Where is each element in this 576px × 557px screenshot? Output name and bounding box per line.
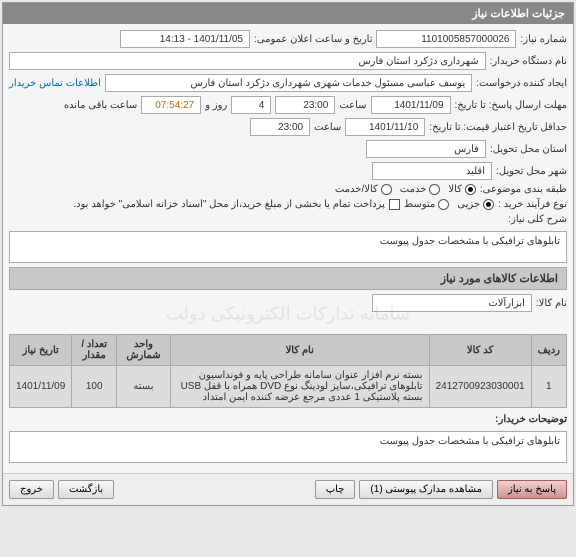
radio-medium[interactable]: متوسط (404, 199, 449, 210)
city-label: شهر محل تحویل: (496, 166, 567, 177)
validity-date-field: 1401/11/10 (345, 118, 425, 136)
buyer-field: شهرداری دژکرد استان فارس (9, 52, 486, 70)
radio-goods-service[interactable]: کالا/خدمت (335, 184, 392, 195)
city-field: اقلید (372, 162, 492, 180)
table-row: 1 2412700923030001 بسته نرم افزار عنوان … (10, 366, 567, 408)
deadline-label: مهلت ارسال پاسخ: تا تاریخ: (455, 100, 567, 111)
need-desc-textbox[interactable]: تابلوهای ترافیکی با مشخصات جدول پیوست (9, 231, 567, 263)
cell-date: 1401/11/09 (10, 366, 72, 408)
requester-label: ایجاد کننده درخواست: (476, 78, 567, 89)
footer-bar: پاسخ به نیاز مشاهده مدارک پیوستی (1) چاپ… (3, 473, 573, 505)
need-desc-label: شرح کلی نیاز: (9, 214, 567, 225)
th-unit: واحد شمارش (117, 335, 171, 366)
purchase-type-radio-group: جزیی متوسط (404, 199, 494, 210)
buyer-note-label: توضیحات خریدار: (9, 414, 567, 425)
back-button[interactable]: بازگشت (58, 480, 114, 499)
need-number-label: شماره نیاز: (520, 34, 567, 45)
payment-checkbox[interactable] (389, 199, 400, 210)
table-header-row: ردیف کد کالا نام کالا واحد شمارش تعداد /… (10, 335, 567, 366)
modal-header: جزئیات اطلاعات نیاز (3, 3, 573, 24)
remain-time-field: 07:54:27 (141, 96, 201, 114)
announce-field: 1401/11/05 - 14:13 (120, 30, 250, 48)
day-label: روز و (205, 100, 227, 111)
print-button[interactable]: چاپ (315, 480, 356, 499)
th-row: ردیف (531, 335, 566, 366)
items-section-header: اطلاعات کالاهای مورد نیاز (9, 267, 567, 290)
respond-button[interactable]: پاسخ به نیاز (497, 480, 567, 499)
radio-service[interactable]: خدمت (400, 184, 441, 195)
category-label: طبقه بندی موضوعی: (480, 184, 567, 195)
announce-label: تاریخ و ساعت اعلان عمومی: (254, 34, 373, 45)
goods-name-field: ابزارآلات (372, 294, 532, 312)
buyer-note-textbox[interactable]: تابلوهای ترافیکی با مشخصات جدول پیوست (9, 431, 567, 463)
category-radio-group: کالا خدمت کالا/خدمت (335, 184, 476, 195)
payment-note: پرداخت تمام یا بخشی از مبلغ خرید،از محل … (73, 199, 385, 210)
exit-button[interactable]: خروج (9, 480, 54, 499)
purchase-type-label: نوع فرآیند خرید : (498, 199, 567, 210)
cell-code: 2412700923030001 (429, 366, 531, 408)
radio-goods[interactable]: کالا (448, 184, 476, 195)
th-qty: تعداد / مقدار (72, 335, 117, 366)
modal-title: جزئیات اطلاعات نیاز (472, 8, 565, 20)
cell-unit: بسته (117, 366, 171, 408)
items-table: ردیف کد کالا نام کالا واحد شمارش تعداد /… (9, 334, 567, 408)
province-field: فارس (366, 140, 486, 158)
goods-name-label: نام کالا: (536, 298, 567, 309)
province-label: استان محل تحویل: (490, 144, 567, 155)
cell-row: 1 (531, 366, 566, 408)
deadline-time-field: 23:00 (275, 96, 335, 114)
time-label-1: ساعت (339, 100, 366, 111)
cell-qty: 100 (72, 366, 117, 408)
th-code: کد کالا (429, 335, 531, 366)
view-docs-button[interactable]: مشاهده مدارک پیوستی (1) (359, 480, 493, 499)
deadline-date-field: 1401/11/09 (371, 96, 451, 114)
need-number-field: 1101005857000026 (376, 30, 516, 48)
requester-field: یوسف عباسی مسئول خدمات شهری شهرداری دژکر… (105, 74, 472, 92)
days-remain-field: 4 (231, 96, 271, 114)
radio-partial[interactable]: جزیی (457, 199, 494, 210)
th-name: نام کالا (170, 335, 429, 366)
contact-link[interactable]: اطلاعات تماس خریدار (9, 78, 101, 89)
cell-name: بسته نرم افزار عنوان سامانه طراحی پایه و… (170, 366, 429, 408)
buyer-label: نام دستگاه خریدار: (490, 56, 567, 67)
th-date: تاریخ نیاز (10, 335, 72, 366)
time-label-2: ساعت (314, 122, 341, 133)
validity-time-field: 23:00 (250, 118, 310, 136)
remain-suffix: ساعت باقی مانده (64, 100, 137, 111)
validity-label: حداقل تاریخ اعتبار قیمت: تا تاریخ: (429, 122, 567, 133)
